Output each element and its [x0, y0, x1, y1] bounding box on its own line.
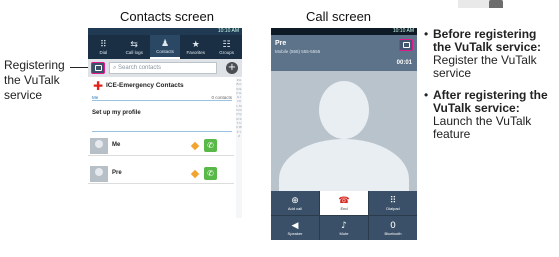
note-heading: After registering the VuTalk service: [433, 88, 548, 115]
dialpad-button[interactable]: ⠿ Dialpad [369, 191, 417, 215]
call-icon[interactable]: ✆ [204, 139, 217, 152]
search-placeholder: Search contacts [118, 65, 162, 71]
left-label-line-3: service [4, 88, 43, 102]
emergency-cross-icon: ✚ [93, 79, 104, 93]
call-timer: 00:01 [396, 60, 412, 66]
search-bar: ⌕ Search contacts + [88, 59, 242, 77]
tab-dial[interactable]: ⠿ Dial [88, 35, 119, 59]
call-header: Pre Mobile (555) 555-5555 00:01 [271, 35, 417, 71]
add-call-button[interactable]: ⊕ Add call [271, 191, 319, 215]
tab-call-logs[interactable]: ⇆ Call logs [119, 35, 150, 59]
call-screen-caption: Call screen [306, 9, 372, 24]
section-label: Me [92, 95, 99, 100]
button-label: Mute [339, 230, 349, 236]
button-label: Dialpad [386, 205, 400, 211]
note-before-registering: • Before registering the VuTalk service:… [424, 28, 556, 80]
button-label: Speaker [287, 230, 303, 236]
alphabet-index-scroller[interactable]: # A B C D E F G H I J K L M N O P Q R S … [236, 78, 242, 218]
note-body: Launch the VuTalk feature [433, 114, 532, 141]
contact-name: Pre [112, 170, 122, 176]
contacts-tab-bar: ⠿ Dial ⇆ Call logs ♟ Contacts ★ Favorite… [88, 35, 242, 59]
contact-row[interactable]: Me ✆ [88, 136, 234, 156]
bluetooth-button[interactable]: 0 Bluetooth [369, 216, 417, 240]
message-icon[interactable] [190, 169, 200, 179]
caller-name: Pre [275, 40, 287, 47]
settings-icon [489, 0, 503, 8]
call-screen: 10:10 AM Pre Mobile (555) 555-5555 00:01… [271, 28, 417, 240]
call-logs-icon: ⇆ [130, 39, 138, 50]
ice-emergency-contacts[interactable]: ✚ ICE-Emergency Contacts [88, 78, 234, 94]
message-icon[interactable] [190, 141, 200, 151]
section-divider [92, 127, 232, 132]
tab-label: Dial [99, 49, 108, 55]
note-after-registering: • After registering the VuTalk service: … [424, 89, 556, 141]
left-label-line-1: Registering [4, 58, 65, 72]
person-silhouette-head [319, 81, 369, 139]
tab-contacts[interactable]: ♟ Contacts [149, 35, 181, 59]
mute-icon: ♪ [341, 220, 347, 231]
call-icon[interactable]: ✆ [204, 167, 217, 180]
vutalk-notes: • Before registering the VuTalk service:… [424, 28, 556, 150]
speaker-button[interactable]: ◀ Speaker [271, 216, 319, 240]
registering-vutalk-label: Registering the VuTalk service [4, 58, 65, 103]
call-controls: ⊕ Add call ☎ End ⠿ Dialpad ◀ Speaker ♪ M… [271, 191, 417, 240]
end-call-icon: ☎ [338, 195, 350, 206]
speaker-icon: ◀ [291, 220, 299, 231]
end-call-button[interactable]: ☎ End [320, 191, 368, 215]
add-call-icon: ⊕ [291, 195, 299, 206]
tab-groups[interactable]: ☷ Groups [211, 35, 242, 59]
contact-name: Me [112, 142, 121, 148]
groups-icon: ☷ [222, 39, 231, 50]
status-bar: 10:10 AM [271, 28, 417, 35]
tab-label: Favorites [186, 49, 206, 55]
person-silhouette-body [279, 139, 409, 191]
contacts-icon: ♟ [160, 38, 170, 49]
tab-label: Call logs [125, 49, 143, 55]
mute-button[interactable]: ♪ Mute [320, 216, 368, 240]
button-label: Bluetooth [384, 230, 402, 236]
bullet-dot: • [424, 88, 429, 102]
ice-label: ICE-Emergency Contacts [106, 82, 184, 89]
tab-favorites[interactable]: ★ Favorites [180, 35, 211, 59]
tab-label: Contacts [156, 48, 174, 54]
add-contact-button[interactable]: + [226, 62, 238, 74]
bullet-dot: • [424, 27, 429, 41]
contact-row[interactable]: Pre ✆ [88, 164, 234, 184]
caller-number: Mobile (555) 555-5555 [275, 49, 321, 54]
set-up-profile[interactable]: Set up my profile [92, 110, 141, 116]
section-header-me: 0 contacts Me [92, 95, 232, 101]
bluetooth-icon: 0 [390, 220, 396, 231]
left-label-line-2: the VuTalk [4, 73, 60, 87]
avatar [90, 138, 108, 154]
avatar [90, 166, 108, 182]
button-label: End [340, 205, 348, 211]
status-bar: 10:10 AM [88, 28, 242, 35]
vutalk-button[interactable] [91, 62, 105, 74]
dial-icon: ⠿ [100, 39, 107, 50]
dialpad-icon: ⠿ [389, 195, 397, 206]
note-body: Register the VuTalk service [433, 53, 537, 80]
contacts-screen: 10:10 AM ⠿ Dial ⇆ Call logs ♟ Contacts ★… [88, 28, 242, 223]
button-label: Add call [287, 205, 303, 211]
caller-photo-placeholder [271, 71, 417, 191]
favorites-icon: ★ [191, 39, 200, 50]
search-input[interactable]: ⌕ Search contacts [109, 62, 217, 74]
section-count: 0 contacts [211, 95, 232, 100]
contacts-screen-caption: Contacts screen [120, 9, 214, 24]
tab-label: Groups [219, 49, 234, 55]
top-toolbar-strip [458, 0, 503, 8]
callout-leader-line [70, 67, 88, 68]
note-heading: Before registering the VuTalk service: [433, 27, 542, 54]
vutalk-button[interactable] [399, 39, 413, 51]
